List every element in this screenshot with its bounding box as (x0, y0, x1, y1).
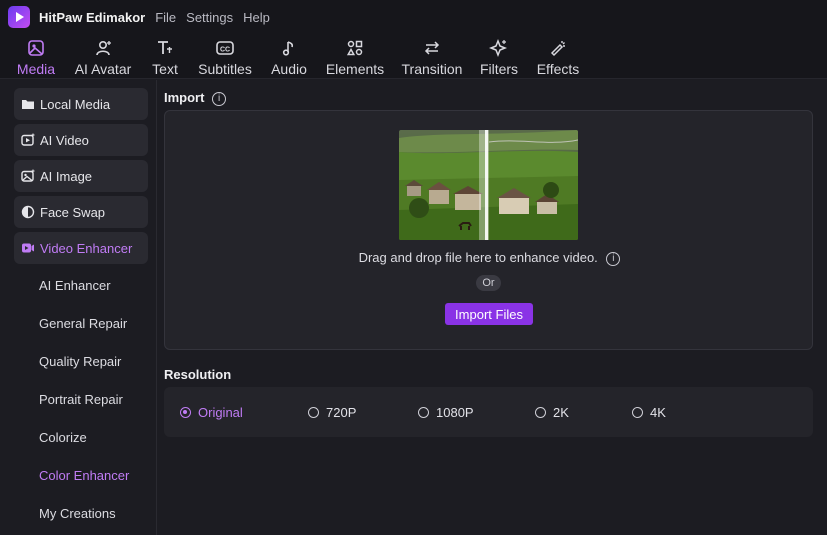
sidebar: Local Media AI Video AI Image Face Swap … (0, 80, 157, 535)
subtitles-icon: CC (216, 41, 234, 55)
sidebar-item-label: Video Enhancer (40, 240, 133, 256)
filters-icon (489, 38, 508, 58)
resolution-option-label: Original (198, 405, 243, 420)
sidebar-sub-color-enhancer[interactable]: Color Enhancer (39, 468, 129, 483)
tab-media[interactable]: Media (12, 34, 60, 77)
radio-selected-icon (180, 407, 191, 418)
face-swap-icon (20, 204, 36, 220)
tab-audio[interactable]: Audio (268, 34, 310, 77)
media-icon (28, 40, 44, 56)
import-title-text: Import (164, 90, 205, 105)
resolution-option-720p[interactable]: 720P (308, 405, 356, 420)
sidebar-sub-portrait-repair[interactable]: Portrait Repair (39, 392, 123, 407)
avatar-icon (96, 40, 111, 56)
ai-image-icon (20, 168, 36, 184)
tab-ai-avatar[interactable]: AI Avatar (72, 34, 134, 77)
sidebar-sub-my-creations[interactable]: My Creations (39, 506, 116, 521)
sidebar-sub-quality-repair[interactable]: Quality Repair (39, 354, 121, 369)
import-section-title: Import i (164, 90, 227, 106)
text-icon (158, 41, 172, 54)
sidebar-item-label: AI Image (40, 168, 93, 184)
tab-transition[interactable]: Transition (400, 34, 464, 77)
tab-transition-label: Transition (401, 61, 463, 77)
resolution-option-original[interactable]: Original (180, 405, 243, 420)
tab-media-label: Media (16, 61, 56, 77)
tab-filters[interactable]: Filters (479, 34, 519, 77)
info-icon[interactable]: i (212, 91, 227, 106)
import-files-button[interactable]: Import Files (445, 303, 533, 325)
sidebar-sub-ai-enhancer[interactable]: AI Enhancer (39, 278, 111, 293)
radio-icon (418, 407, 429, 418)
transition-icon (424, 41, 440, 55)
sidebar-item-ai-image[interactable]: AI Image (14, 160, 148, 192)
svg-text:CC: CC (220, 47, 230, 54)
menu-help[interactable]: Help (243, 10, 270, 25)
main-toolbar: Media AI Avatar Text CC Subtitles Audio … (0, 34, 827, 79)
resolution-option-label: 2K (553, 405, 569, 420)
effects-icon (550, 41, 565, 57)
resolution-option-label: 720P (326, 405, 357, 420)
radio-icon (535, 407, 546, 418)
sample-preview-image (399, 130, 578, 240)
tab-elements[interactable]: Elements (324, 34, 386, 77)
tab-effects-label: Effects (536, 61, 580, 77)
resolution-option-label: 1080P (436, 405, 474, 420)
sidebar-item-label: Local Media (40, 96, 111, 112)
sidebar-item-label: Face Swap (40, 204, 106, 220)
import-drop-zone[interactable]: Drag and drop file here to enhance video… (164, 110, 813, 350)
resolution-option-4k[interactable]: 4K (632, 405, 666, 420)
sidebar-item-local-media[interactable]: Local Media (14, 88, 148, 120)
tab-subtitles[interactable]: CC Subtitles (196, 34, 254, 77)
tab-ai-avatar-label: AI Avatar (74, 61, 132, 77)
menu-file[interactable]: File (155, 10, 176, 25)
sidebar-sub-colorize[interactable]: Colorize (39, 430, 87, 445)
sidebar-item-ai-video[interactable]: AI Video (14, 124, 148, 156)
or-separator: Or (476, 275, 501, 291)
ai-video-icon (20, 132, 36, 148)
tab-text[interactable]: Text (148, 34, 182, 77)
tab-text-label: Text (152, 61, 178, 77)
tab-audio-label: Audio (271, 61, 307, 77)
radio-icon (632, 407, 643, 418)
resolution-options-panel: Original 720P 1080P 2K 4K (164, 387, 813, 437)
video-enhancer-icon (20, 240, 36, 256)
resolution-option-label: 4K (650, 405, 666, 420)
tab-elements-label: Elements (325, 61, 385, 77)
resolution-section-title: Resolution (164, 367, 232, 382)
tab-filters-label: Filters (479, 61, 519, 77)
sidebar-item-label: AI Video (40, 132, 89, 148)
resolution-option-2k[interactable]: 2K (535, 405, 569, 420)
drag-drop-label: Drag and drop file here to enhance video… (358, 250, 598, 265)
menu-settings[interactable]: Settings (186, 10, 233, 25)
drag-drop-text: Drag and drop file here to enhance video… (165, 250, 814, 266)
folder-icon (20, 96, 36, 112)
tab-subtitles-label: Subtitles (198, 61, 252, 77)
info-icon[interactable]: i (606, 251, 621, 266)
audio-icon (282, 41, 294, 56)
app-title: HitPaw Edimakor (39, 9, 146, 25)
app-logo-icon (8, 6, 30, 28)
title-bar: HitPaw Edimakor File Settings Help (0, 0, 827, 34)
sidebar-item-video-enhancer[interactable]: Video Enhancer (14, 232, 148, 264)
tab-effects[interactable]: Effects (535, 34, 581, 77)
radio-icon (308, 407, 319, 418)
elements-icon (346, 40, 363, 56)
sidebar-sub-general-repair[interactable]: General Repair (39, 316, 127, 331)
resolution-option-1080p[interactable]: 1080P (418, 405, 474, 420)
sidebar-item-face-swap[interactable]: Face Swap (14, 196, 148, 228)
